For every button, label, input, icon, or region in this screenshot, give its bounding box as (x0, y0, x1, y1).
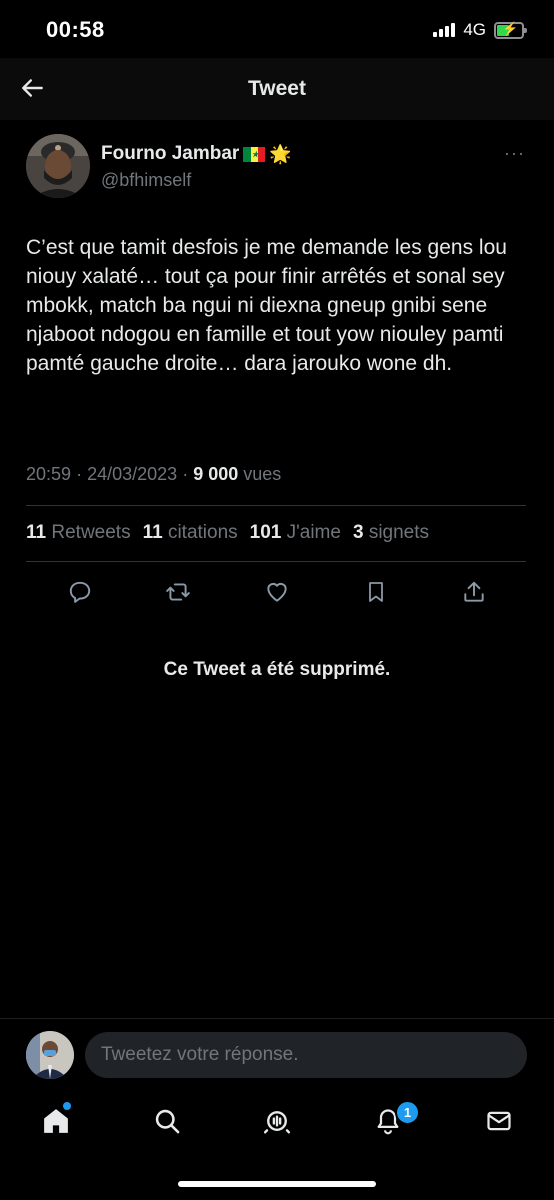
author-handle[interactable]: @bfhimself (101, 170, 191, 191)
meta-separator: · (76, 464, 83, 484)
retweets-stat[interactable]: 11 Retweets (26, 522, 131, 544)
tab-messages[interactable] (481, 1103, 517, 1139)
bookmarks-count: 3 (352, 522, 364, 543)
author-name-row[interactable]: Fourno Jambar ★ 🌟 (101, 143, 292, 165)
cellular-signal-icon (433, 23, 456, 37)
home-icon (44, 1109, 68, 1133)
avatar-photo (26, 1031, 74, 1079)
meta-separator: · (182, 464, 189, 484)
notifications-badge: 1 (395, 1100, 420, 1125)
deleted-tweet-notice: Ce Tweet a été supprimé. (163, 659, 391, 680)
home-indicator (178, 1181, 376, 1187)
user-avatar[interactable] (26, 1031, 74, 1079)
like-button[interactable] (257, 572, 297, 612)
home-new-dot (63, 1102, 71, 1110)
quotes-count: 11 (142, 522, 163, 543)
divider (0, 1018, 554, 1019)
bookmarks-label: signets (368, 522, 430, 543)
author-name[interactable]: Fourno Jambar (101, 143, 239, 165)
retweets-count: 11 (26, 522, 47, 543)
bookmark-icon (369, 582, 383, 602)
tweet-time[interactable]: 20:59 (26, 464, 71, 484)
tab-spaces[interactable] (259, 1103, 295, 1139)
messages-icon (487, 1111, 511, 1131)
charging-bolt-icon: ⚡ (502, 20, 519, 36)
avatar-photo (26, 134, 90, 198)
tweet-actions (26, 572, 526, 612)
search-icon (155, 1109, 180, 1134)
status-indicators: 4G ⚡ (433, 20, 527, 40)
views-label: vues (243, 464, 282, 484)
share-icon (464, 581, 484, 602)
senegal-flag-icon: ★ (243, 146, 266, 162)
retweet-icon (166, 583, 190, 601)
like-icon (267, 582, 287, 602)
reply-input[interactable] (85, 1032, 527, 1078)
tab-search[interactable] (149, 1103, 185, 1139)
tweet-stats: 11 Retweets 11 citations 101 J'aime 3 si… (26, 522, 429, 544)
views-count: 9 000 (193, 464, 239, 484)
reply-icon (69, 581, 91, 603)
tweet-meta: 20:59 · 24/03/2023 · 9 000 vues (26, 464, 281, 485)
quotes-label: citations (167, 522, 238, 543)
retweets-label: Retweets (51, 522, 131, 543)
tweet-date[interactable]: 24/03/2023 (87, 464, 177, 484)
likes-label: J'aime (286, 522, 341, 543)
page-title: Tweet (248, 77, 306, 100)
share-button[interactable] (454, 572, 494, 612)
divider (26, 561, 526, 562)
glowing-star-icon: 🌟 (269, 143, 292, 164)
likes-count: 101 (249, 522, 282, 543)
bookmark-button[interactable] (356, 572, 396, 612)
more-options-icon[interactable]: ··· (504, 143, 525, 164)
quotes-stat[interactable]: 11 citations (143, 522, 238, 544)
reply-button[interactable] (60, 572, 100, 612)
divider (26, 505, 526, 506)
network-type: 4G (463, 20, 486, 39)
tweet-text: C’est que tamit desfois je me demande le… (26, 236, 507, 375)
bookmarks-stat[interactable]: 3 signets (353, 522, 429, 544)
status-time: 00:58 (46, 17, 105, 42)
likes-stat[interactable]: 101 J'aime (250, 522, 341, 544)
retweet-button[interactable] (158, 572, 198, 612)
author-avatar[interactable] (26, 134, 90, 198)
spaces-icon (263, 1111, 291, 1134)
battery-icon: ⚡ (494, 20, 527, 39)
